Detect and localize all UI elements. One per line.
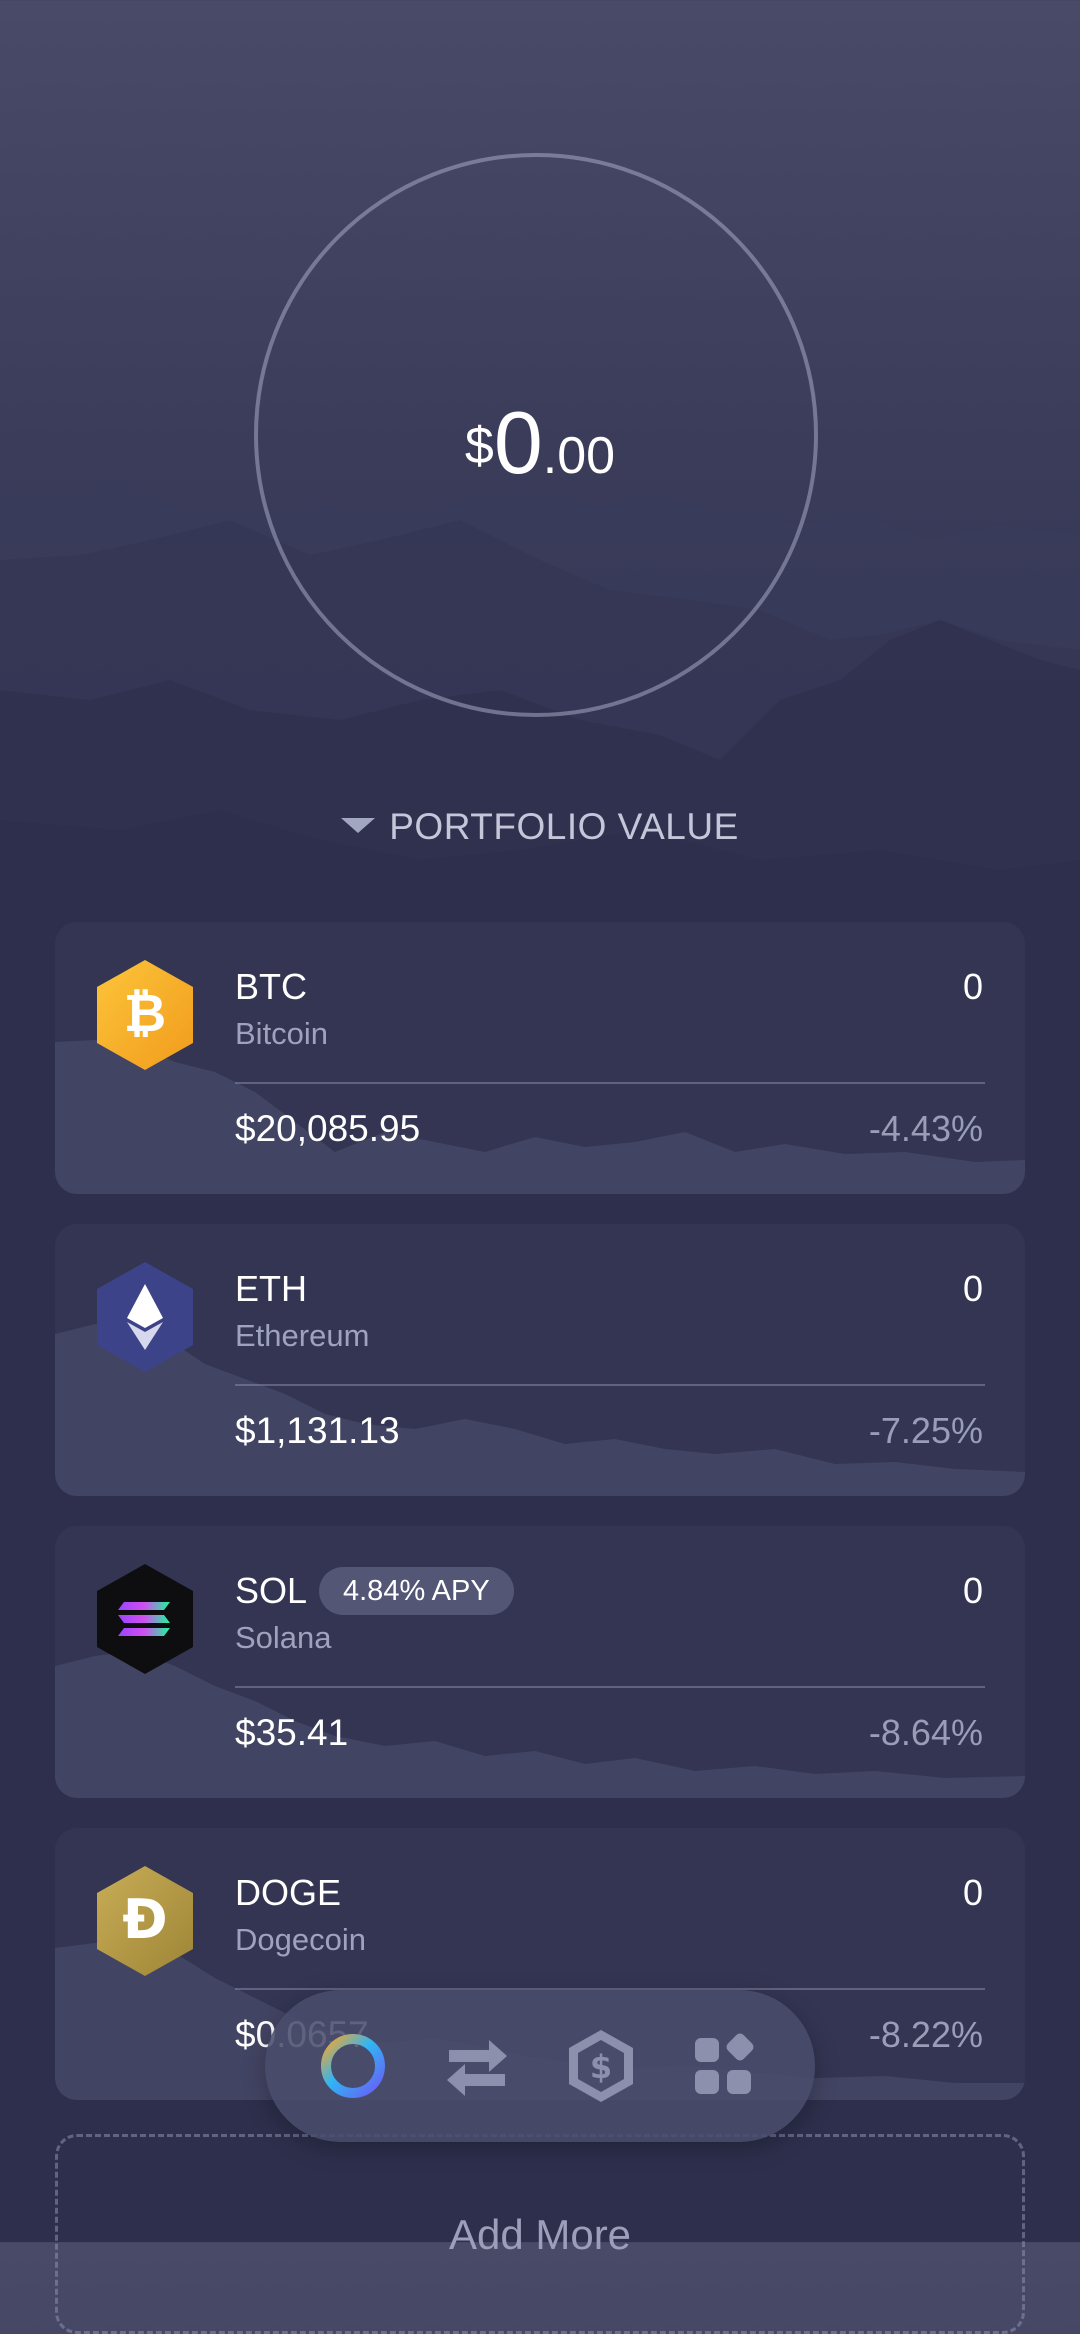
asset-change: -8.64% [868,1712,983,1753]
asset-change: -8.22% [868,2014,983,2055]
svg-text:Ð: Ð [122,1888,167,1951]
apps-grid-icon[interactable] [685,2026,765,2106]
add-more-label: Add More [448,2211,632,2258]
asset-name: Bitcoin [235,1016,329,1051]
exchange-arrows-icon[interactable] [437,2026,517,2106]
price-chart-background [55,1040,1025,1194]
asset-ticker: BTC [235,966,307,1007]
total-decimal: .00 [542,427,616,485]
portfolio-total: $0.00 [0,392,1080,494]
asset-card-sol[interactable]: SOL 4.84% APY Solana 0 $35.41 -8.64% [55,1526,1025,1798]
asset-ticker: ETH [235,1268,307,1309]
asset-price: $35.41 [235,1712,349,1753]
svg-text:$: $ [590,2048,612,2086]
asset-holding: 0 [962,1570,983,1611]
divider [235,1384,985,1386]
asset-ticker: DOGE [235,1872,342,1913]
asset-ticker: SOL [235,1570,308,1611]
asset-change: -7.25% [868,1410,983,1451]
asset-name: Solana [235,1620,332,1655]
asset-holding: 0 [962,1268,983,1309]
add-more-button[interactable]: Add More [55,2134,1025,2334]
solana-icon [94,1562,196,1676]
svg-text:₿: ₿ [124,984,166,1044]
asset-holding: 0 [962,1872,983,1913]
asset-name: Ethereum [235,1318,370,1353]
divider [235,1082,985,1084]
asset-holding: 0 [962,966,983,1007]
bottom-nav: $ [265,1990,815,2142]
total-integer: 0 [493,393,543,492]
portfolio-value-label: PORTFOLIO VALUE [389,806,739,847]
asset-change: -4.43% [868,1108,983,1149]
portfolio-value-toggle[interactable]: PORTFOLIO VALUE [0,806,1080,848]
asset-card-btc[interactable]: ₿ BTC Bitcoin 0 $20,085.95 -4.43% [55,922,1025,1194]
price-chart-background [55,1651,1025,1798]
dogecoin-icon: Ð [94,1864,196,1978]
asset-name: Dogecoin [235,1922,366,1957]
currency-symbol: $ [464,417,494,475]
caret-down-icon [341,818,376,833]
ethereum-icon [94,1260,196,1374]
apy-badge[interactable]: 4.84% APY [319,1567,514,1615]
divider [235,1686,985,1688]
bitcoin-icon: ₿ [94,958,196,1072]
portfolio-ring-icon[interactable] [313,2026,393,2106]
asset-price: $1,131.13 [235,1410,400,1451]
asset-price: $20,085.95 [235,1108,421,1149]
asset-card-eth[interactable]: ETH Ethereum 0 $1,131.13 -7.25% [55,1224,1025,1496]
dollar-hexagon-icon[interactable]: $ [561,2026,641,2106]
price-chart-background [55,1324,1025,1496]
